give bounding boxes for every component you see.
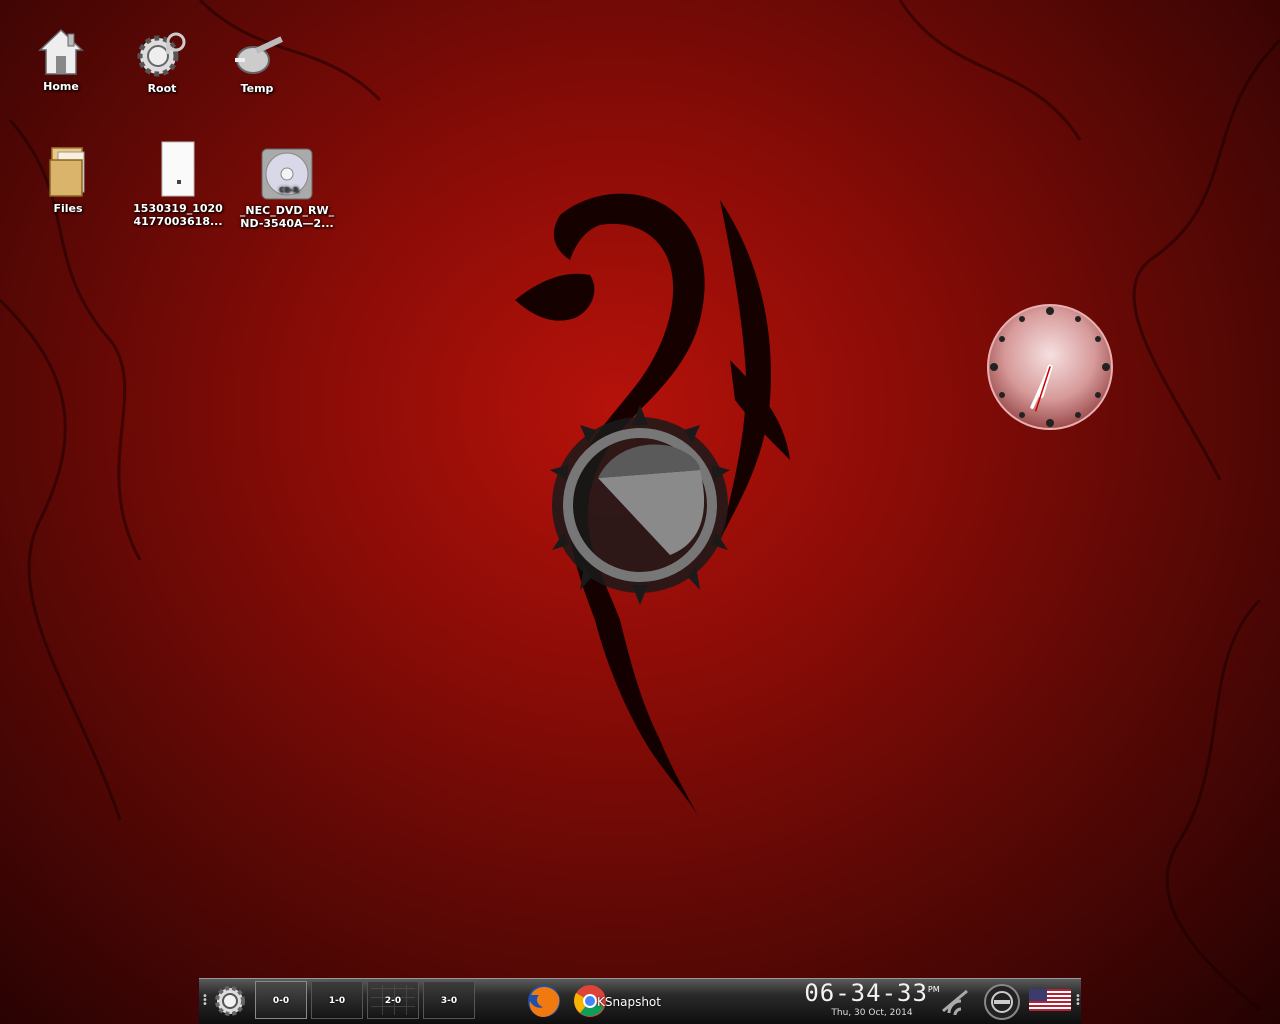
pager-desktop-1[interactable]: 0-0 <box>255 981 307 1019</box>
desktop-icon-document[interactable]: 1530319_1020 4177003618... <box>128 141 228 228</box>
network-icon[interactable] <box>939 985 975 1017</box>
distro-logo-emblem <box>550 405 730 605</box>
digital-clock[interactable]: 06-34-33PM Thu, 30 Oct, 2014 <box>797 979 947 1019</box>
desktop-icon-root[interactable]: Root <box>112 24 212 95</box>
desktop-icon-temp[interactable]: Temp <box>207 24 307 95</box>
pager-desktop-4[interactable]: 3-0 <box>423 981 475 1019</box>
us-flag-icon[interactable] <box>1029 989 1071 1011</box>
pager-desktop-2[interactable]: 1-0 <box>311 981 363 1019</box>
document-icon <box>128 141 228 198</box>
application-menu-button[interactable] <box>213 984 247 1018</box>
panel-handle-left[interactable]: • • • <box>202 992 208 1010</box>
pager-desktop-label: 1-0 <box>328 996 346 1006</box>
files-folder-icon <box>18 144 118 198</box>
clock-ampm: PM <box>927 985 940 994</box>
disc-text: CD-R <box>279 186 299 194</box>
home-folder-icon <box>11 22 111 76</box>
desktop-icon-home[interactable]: Home <box>11 22 111 93</box>
pager-desktop-3[interactable]: 2-0 <box>367 981 419 1019</box>
clock-date: Thu, 30 Oct, 2014 <box>831 1008 913 1018</box>
pager-desktop-label: 3-0 <box>440 996 458 1006</box>
desktop-icon-label: Temp <box>240 82 274 95</box>
desktop-pager: 0-0 1-0 2-0 3-0 <box>255 981 479 1021</box>
desktop-icon-label: Home <box>43 80 79 93</box>
pager-desktop-label: 2-0 <box>384 996 402 1006</box>
taskbar-panel: • • • 0-0 1-0 2-0 3-0 KSnapshot 06-34-33PM <box>199 978 1081 1024</box>
optical-disc-icon: CD-R <box>237 146 337 200</box>
panel-handle-right[interactable]: • • • <box>1075 992 1081 1010</box>
root-gear-icon <box>112 24 212 78</box>
power-icon[interactable] <box>982 983 1022 1021</box>
desktop-icon-label: _NEC_DVD_RW_ ND-3540A—2... <box>239 204 335 230</box>
desktop-icon-label: Files <box>53 202 83 215</box>
temp-plug-icon <box>207 24 307 78</box>
taskbar-firefox-icon[interactable] <box>525 983 563 1019</box>
desktop-icon-files[interactable]: Files <box>18 144 118 215</box>
pager-desktop-label: 0-0 <box>272 996 290 1006</box>
desktop-icon-dvd-drive[interactable]: CD-R _NEC_DVD_RW_ ND-3540A—2... <box>237 146 337 230</box>
taskbar-active-window-label[interactable]: KSnapshot <box>597 995 661 1009</box>
analog-clock-widget[interactable] <box>986 303 1114 431</box>
desktop-icon-label: 1530319_1020 4177003618... <box>133 202 223 228</box>
desktop-icon-label: Root <box>147 82 177 95</box>
clock-time: 06-34-33 <box>804 979 928 1007</box>
